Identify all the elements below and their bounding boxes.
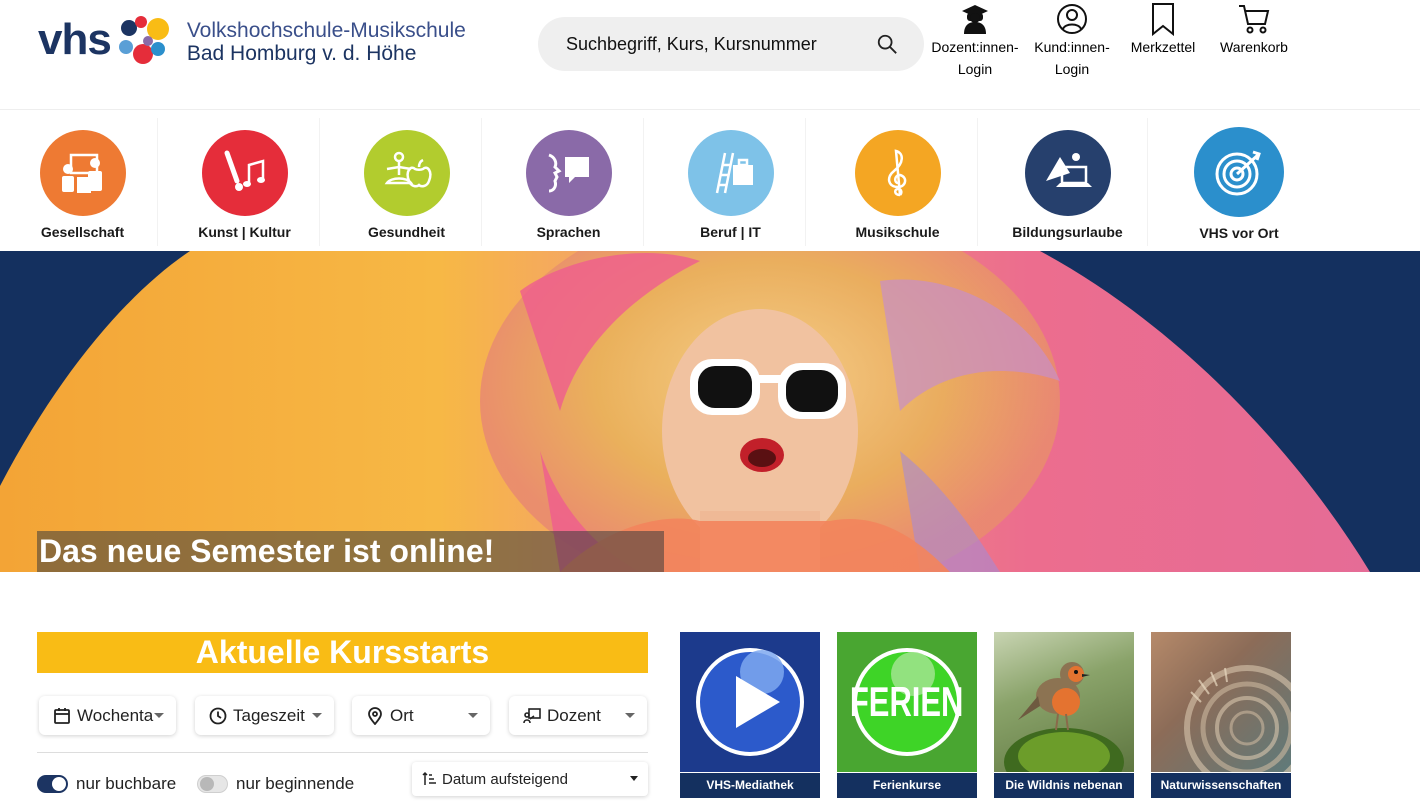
mountain-laptop-icon (1024, 130, 1111, 216)
teacher-login-label-2: Login (957, 61, 993, 77)
logo-wordmark: vhs (38, 15, 112, 64)
robin-bird-icon (994, 632, 1134, 772)
ferien-badge-icon: FERIEN (837, 632, 977, 772)
course-starts-title: Aktuelle Kursstarts (37, 632, 648, 673)
header-links: Dozent:innen- Login Kund:innen- Login Me… (924, 2, 1300, 80)
bookmark-icon (1152, 3, 1174, 36)
category-bildungsurlaube[interactable]: Bildungsurlaube (988, 118, 1148, 246)
teacher-login-link[interactable]: Dozent:innen- Login (924, 2, 1026, 80)
bookable-toggle-label: nur buchbare (76, 774, 177, 793)
teacher-filter[interactable]: Dozent (509, 696, 647, 735)
category-label: Kunst | Kultur (198, 224, 291, 240)
hero-banner[interactable]: Das neue Semester ist online! (0, 251, 1420, 572)
bookable-switch[interactable] (37, 775, 68, 793)
search-input[interactable] (566, 33, 856, 55)
daytime-filter-label: Tageszeit (233, 705, 305, 725)
category-label: Musikschule (855, 224, 940, 240)
customer-login-link[interactable]: Kund:innen- Login (1026, 2, 1118, 80)
bookmark-link[interactable]: Merkzettel (1118, 2, 1208, 80)
chevron-down-icon (154, 713, 164, 718)
category-label: Sprachen (536, 224, 601, 240)
category-nav: Gesellschaft Kunst | Kultur Gesundheit S… (0, 118, 1420, 250)
category-vhs-vor-ort[interactable]: VHS vor Ort (1158, 118, 1320, 246)
tile-naturwissenschaften[interactable]: Naturwissenschaften (1151, 632, 1291, 798)
category-gesellschaft[interactable]: Gesellschaft (8, 118, 158, 246)
ladder-briefcase-icon (687, 130, 774, 216)
site-logo[interactable]: vhs Volkshochschule-Musikschule Bad Homb… (38, 14, 466, 70)
yoga-apple-icon (363, 130, 450, 216)
chevron-down-icon (630, 776, 638, 781)
daytime-filter[interactable]: Tageszeit (195, 696, 334, 735)
people-board-icon (39, 130, 126, 216)
ammonite-fossil-icon (1151, 632, 1291, 772)
category-label: Gesellschaft (40, 224, 125, 240)
tile-wildnis[interactable]: Die Wildnis nebenan (994, 632, 1134, 798)
search-icon[interactable] (876, 33, 898, 55)
category-label: VHS vor Ort (1199, 225, 1279, 241)
chevron-down-icon (312, 713, 322, 718)
site-header: vhs Volkshochschule-Musikschule Bad Homb… (0, 0, 1420, 110)
logo-text: Volkshochschule-Musikschule Bad Homburg … (187, 19, 466, 65)
chevron-down-icon (468, 713, 478, 718)
search-bar (538, 17, 924, 71)
location-filter-label: Ort (390, 705, 414, 725)
cart-link[interactable]: Warenkorb (1208, 2, 1300, 80)
brush-music-icon (201, 130, 288, 216)
tile-ferienkurse[interactable]: FERIEN Ferienkurse (837, 632, 977, 798)
bookable-toggle[interactable]: nur buchbare (37, 774, 176, 794)
category-beruf-it[interactable]: Beruf | IT (656, 118, 806, 246)
tile-caption: Die Wildnis nebenan (994, 773, 1134, 798)
cart-label: Warenkorb (1220, 39, 1288, 55)
hero-caption[interactable]: Das neue Semester ist online! (37, 531, 664, 572)
logo-dots-icon (113, 14, 173, 70)
tile-caption: Ferienkurse (837, 773, 977, 798)
tile-caption: VHS-Mediathek (680, 773, 820, 798)
category-kunst-kultur[interactable]: Kunst | Kultur (170, 118, 320, 246)
bookmark-label: Merkzettel (1130, 39, 1196, 55)
treble-clef-icon (854, 130, 941, 216)
teacher-login-label-1: Dozent:innen- (931, 39, 1019, 55)
category-sprachen[interactable]: Sprachen (494, 118, 644, 246)
sort-select[interactable]: Datum aufsteigend (412, 762, 648, 796)
starting-toggle-label: nur beginnende (236, 774, 355, 793)
calendar-icon (54, 707, 70, 724)
map-pin-icon (368, 706, 382, 725)
graduate-icon (962, 5, 988, 34)
target-icon (1194, 127, 1284, 217)
hero-image (0, 251, 1370, 572)
customer-login-label-2: Login (1054, 61, 1090, 77)
clock-icon (209, 707, 227, 724)
ferien-badge-text: FERIEN (850, 679, 964, 725)
sort-select-label: Datum aufsteigend (442, 770, 568, 788)
tile-caption: Naturwissenschaften (1151, 773, 1291, 798)
starting-toggle[interactable]: nur beginnende (197, 774, 354, 794)
weekday-filter[interactable]: Wochenta (39, 696, 176, 735)
weekday-filter-label: Wochenta (77, 705, 154, 725)
chevron-down-icon (625, 713, 635, 718)
teacher-filter-label: Dozent (547, 705, 601, 725)
sort-ascending-icon (422, 771, 436, 785)
category-label: Gesundheit (367, 224, 445, 240)
logo-line-1: Volkshochschule-Musikschule (186, 18, 466, 42)
filter-divider (37, 752, 648, 753)
teacher-icon (523, 707, 541, 723)
user-circle-icon (1057, 4, 1087, 34)
category-label: Beruf | IT (700, 224, 761, 240)
tile-mediathek[interactable]: VHS-Mediathek (680, 632, 820, 798)
category-musikschule[interactable]: Musikschule (818, 118, 978, 246)
customer-login-label-1: Kund:innen- (1034, 39, 1110, 55)
play-icon (680, 632, 820, 772)
speech-face-icon (525, 130, 612, 216)
logo-line-2: Bad Homburg v. d. Höhe (186, 42, 417, 65)
course-filters: Wochenta Tageszeit Ort Dozent (37, 696, 648, 736)
cart-icon (1239, 5, 1270, 34)
starting-switch[interactable] (197, 775, 228, 793)
location-filter[interactable]: Ort (352, 696, 490, 735)
course-starts-panel: Aktuelle Kursstarts Wochenta Tageszeit O… (37, 632, 648, 796)
category-gesundheit[interactable]: Gesundheit (332, 118, 482, 246)
category-label: Bildungsurlaube (1012, 224, 1123, 240)
